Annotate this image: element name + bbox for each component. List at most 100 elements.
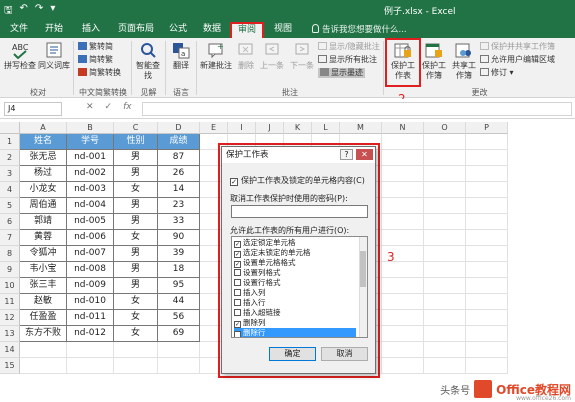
empty-cell[interactable] xyxy=(382,166,424,182)
formula-input[interactable] xyxy=(142,102,572,116)
empty-cell[interactable] xyxy=(466,294,508,310)
table-header-cell[interactable]: 性别 xyxy=(114,134,158,150)
checkbox-empty-icon[interactable] xyxy=(234,289,241,296)
cancel-button[interactable]: 取消 xyxy=(321,347,368,361)
tell-me-box[interactable]: 告诉我您想要做什么... xyxy=(312,23,407,35)
next-comment-button[interactable]: 下一条 xyxy=(288,41,316,71)
table-header-cell[interactable]: 学号 xyxy=(67,134,114,150)
row-header[interactable]: 2 xyxy=(0,150,20,166)
empty-cell[interactable] xyxy=(466,310,508,326)
permissions-list[interactable]: ✓ 选定锁定单元格 ✓ 选定未锁定的单元格 ✓ 设置单元格格式 设置列格式 设置行格式 插入列插… xyxy=(231,236,368,338)
row-header[interactable]: 12 xyxy=(0,310,20,326)
empty-cell[interactable] xyxy=(382,230,424,246)
table-cell[interactable]: 23 xyxy=(158,198,200,214)
table-cell[interactable]: nd-004 xyxy=(67,198,114,214)
empty-cell[interactable] xyxy=(424,246,466,262)
checkbox-empty-icon[interactable] xyxy=(234,299,241,306)
empty-cell[interactable] xyxy=(424,166,466,182)
table-cell[interactable]: 男 xyxy=(114,278,158,294)
protect-and-share-button[interactable]: 保护并共享工作簿 xyxy=(480,42,555,52)
permission-item[interactable]: ✓ 删除行 xyxy=(234,328,356,337)
checkbox-checked-icon[interactable]: ✓ xyxy=(234,321,241,328)
ok-button[interactable]: 确定 xyxy=(269,347,316,361)
empty-cell[interactable] xyxy=(466,166,508,182)
row-header[interactable]: 13 xyxy=(0,326,20,342)
permission-item[interactable]: 插入列 xyxy=(234,288,356,297)
permission-item[interactable]: ✓ 选定锁定单元格 xyxy=(234,238,356,248)
permission-item[interactable]: 设置列格式 xyxy=(234,268,356,277)
table-cell[interactable]: 令狐冲 xyxy=(20,246,67,262)
empty-cell[interactable] xyxy=(67,358,114,374)
empty-cell[interactable] xyxy=(382,342,424,358)
empty-cell[interactable] xyxy=(382,134,424,150)
smart-lookup-button[interactable]: 智能查找 xyxy=(134,41,162,81)
tab-view[interactable]: 视图 xyxy=(270,22,296,38)
empty-cell[interactable] xyxy=(424,198,466,214)
empty-cell[interactable] xyxy=(424,342,466,358)
table-cell[interactable]: nd-003 xyxy=(67,182,114,198)
column-header[interactable]: C xyxy=(114,122,158,134)
list-scrollbar[interactable] xyxy=(359,237,367,337)
tab-insert[interactable]: 插入 xyxy=(77,22,105,38)
table-cell[interactable]: nd-009 xyxy=(67,278,114,294)
table-cell[interactable]: 黄蓉 xyxy=(20,230,67,246)
checkbox-empty-icon[interactable] xyxy=(234,269,241,276)
permission-item[interactable]: 插入超链接 xyxy=(234,308,356,317)
permission-item[interactable]: ✓ 删除列 xyxy=(234,318,356,328)
table-cell[interactable]: 任盈盈 xyxy=(20,310,67,326)
column-header[interactable]: O xyxy=(424,122,466,134)
table-cell[interactable]: 男 xyxy=(114,246,158,262)
table-cell[interactable]: 张无忌 xyxy=(20,150,67,166)
row-header[interactable]: 5 xyxy=(0,198,20,214)
empty-cell[interactable] xyxy=(382,326,424,342)
table-cell[interactable]: 男 xyxy=(114,198,158,214)
table-cell[interactable]: 女 xyxy=(114,182,158,198)
empty-cell[interactable] xyxy=(424,326,466,342)
empty-cell[interactable] xyxy=(424,134,466,150)
new-comment-button[interactable]: + 新建批注 xyxy=(199,41,233,71)
table-cell[interactable]: 14 xyxy=(158,182,200,198)
track-changes-button[interactable]: 修订 ▾ xyxy=(480,68,514,78)
save-icon[interactable]: 🖫 xyxy=(4,3,13,20)
empty-cell[interactable] xyxy=(114,358,158,374)
table-cell[interactable]: nd-006 xyxy=(67,230,114,246)
thesaurus-button[interactable]: 同义词库 xyxy=(38,41,70,71)
column-header[interactable]: K xyxy=(284,122,312,134)
empty-cell[interactable] xyxy=(158,358,200,374)
empty-cell[interactable] xyxy=(466,198,508,214)
password-input[interactable] xyxy=(231,205,368,218)
redo-icon[interactable]: ↷ xyxy=(35,3,43,20)
row-header[interactable]: 15 xyxy=(0,358,20,374)
empty-cell[interactable] xyxy=(466,230,508,246)
share-workbook-button[interactable]: 共享工作簿 xyxy=(450,41,478,81)
empty-cell[interactable] xyxy=(466,134,508,150)
insert-function-icon[interactable]: fx xyxy=(123,102,132,112)
empty-cell[interactable] xyxy=(424,182,466,198)
table-cell[interactable]: 90 xyxy=(158,230,200,246)
empty-cell[interactable] xyxy=(466,182,508,198)
column-header[interactable]: D xyxy=(158,122,200,134)
select-all-corner[interactable] xyxy=(0,122,20,134)
row-header[interactable]: 1 xyxy=(0,134,20,150)
name-box[interactable]: J4 xyxy=(4,102,62,116)
row-header[interactable]: 8 xyxy=(0,246,20,262)
spell-check-button[interactable]: ABC 拼写检查 xyxy=(4,41,36,71)
empty-cell[interactable] xyxy=(382,310,424,326)
empty-cell[interactable] xyxy=(382,150,424,166)
empty-cell[interactable] xyxy=(466,278,508,294)
customize-toolbar-icon[interactable]: ▾ xyxy=(50,3,55,20)
table-cell[interactable]: 郭靖 xyxy=(20,214,67,230)
table-cell[interactable]: 44 xyxy=(158,294,200,310)
table-cell[interactable]: 赵敏 xyxy=(20,294,67,310)
show-ink-button[interactable]: 显示墨迹 xyxy=(318,68,365,78)
table-cell[interactable]: 69 xyxy=(158,326,200,342)
table-cell[interactable]: 杨过 xyxy=(20,166,67,182)
table-cell[interactable]: 男 xyxy=(114,166,158,182)
permission-item[interactable]: ✓ 设置单元格格式 xyxy=(234,258,356,268)
checkbox-checked-icon[interactable]: ✓ xyxy=(234,261,241,268)
table-cell[interactable]: 56 xyxy=(158,310,200,326)
table-cell[interactable]: 女 xyxy=(114,310,158,326)
row-header[interactable]: 6 xyxy=(0,214,20,230)
translate-button[interactable]: a 翻译 xyxy=(168,41,194,71)
permission-item[interactable]: ✓ 选定未锁定的单元格 xyxy=(234,248,356,258)
